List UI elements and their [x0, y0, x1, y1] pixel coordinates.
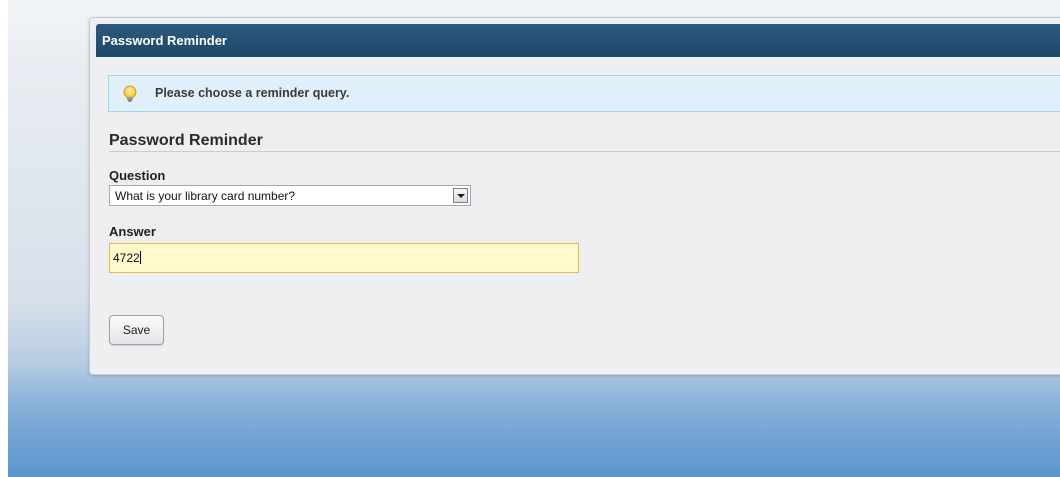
answer-input[interactable]: 4722 [109, 243, 579, 273]
text-caret [139, 251, 141, 264]
info-message-box: Please choose a reminder query. [108, 75, 1060, 112]
info-message-text: Please choose a reminder query. [155, 86, 350, 100]
section-title: Password Reminder [109, 132, 263, 149]
lightbulb-icon [121, 85, 139, 103]
answer-input-value: 4722 [113, 251, 141, 265]
answer-label: Answer [109, 224, 156, 239]
save-button[interactable]: Save [109, 315, 164, 345]
question-select-value: What is your library card number? [115, 189, 296, 203]
password-reminder-panel: Password Reminder Please choose a remind… [89, 17, 1060, 375]
section-divider [109, 151, 1060, 152]
panel-title: Password Reminder [102, 33, 227, 48]
question-label: Question [109, 168, 166, 183]
question-select[interactable]: What is your library card number? [109, 185, 471, 206]
panel-header: Password Reminder [96, 24, 1060, 57]
chevron-down-icon[interactable] [453, 188, 468, 203]
